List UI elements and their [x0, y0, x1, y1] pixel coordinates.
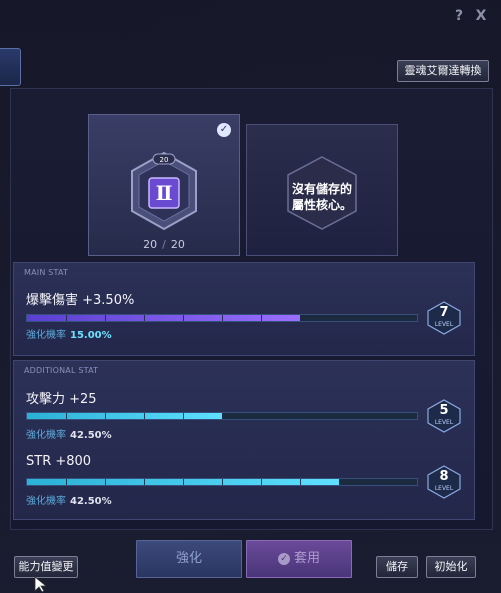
- progress-segment-divider: [378, 479, 379, 485]
- additional-stat-rate-label-1: 強化機率: [26, 430, 66, 441]
- main-stat-progress-fill: [27, 315, 300, 321]
- save-button[interactable]: 儲存: [376, 556, 418, 578]
- core-roman-numeral: Ⅱ: [156, 181, 173, 205]
- main-stat-rate: 強化機率 15.00%: [26, 326, 112, 341]
- reset-button[interactable]: 初始化: [426, 556, 476, 578]
- progress-segment-divider: [300, 479, 301, 485]
- main-stat-rate-label: 強化機率: [26, 330, 66, 341]
- progress-segment-divider: [339, 413, 340, 419]
- progress-segment-divider: [222, 479, 223, 485]
- progress-segment-divider: [261, 479, 262, 485]
- enhance-button[interactable]: 強化: [136, 540, 242, 578]
- check-icon: ✓: [277, 552, 290, 565]
- progress-segment-divider: [66, 315, 67, 321]
- progress-segment-divider: [261, 413, 262, 419]
- additional-stat-progress-bar-2: [26, 478, 418, 486]
- core-count-max: 20: [170, 238, 185, 251]
- apply-button[interactable]: ✓ 套用: [246, 540, 352, 578]
- progress-segment-divider: [378, 413, 379, 419]
- progress-segment-divider: [300, 413, 301, 419]
- progress-segment-divider: [261, 315, 262, 321]
- main-stat-label: MAIN STAT: [24, 268, 69, 277]
- main-stat-level: 7: [439, 305, 449, 320]
- progress-segment-divider: [105, 479, 106, 485]
- main-stat-level-badge: 7 LEVEL: [426, 301, 462, 335]
- progress-segment-divider: [222, 413, 223, 419]
- core-gem-icon: 20 Ⅱ: [131, 151, 197, 231]
- additional-stat-rate-label-2: 強化機率: [26, 496, 66, 507]
- progress-segment-divider: [183, 315, 184, 321]
- empty-core-text: 沒有儲存的 屬性核心。: [291, 182, 352, 212]
- additional-stat-level-1: 5: [439, 403, 449, 418]
- progress-segment-divider: [144, 479, 145, 485]
- additional-stat-box: ADDITIONAL STAT 攻擊力 +25 強化機率 42.50% 5 LEV…: [13, 360, 475, 520]
- soul-erda-window: ? X 靈魂艾爾達轉換 ✓ 20 Ⅱ 20 / 20 沒有儲存的 屬性核心。 MAI…: [0, 0, 501, 593]
- additional-stat-level-badge-1: 5 LEVEL: [426, 399, 462, 433]
- equipped-core-slot[interactable]: ✓ 20 Ⅱ 20 / 20: [88, 114, 240, 256]
- additional-stat-rate-value-2: 42.50%: [70, 496, 112, 507]
- additional-stat-progress-fill-1: [27, 413, 222, 419]
- additional-stat-rate-value-1: 42.50%: [70, 430, 112, 441]
- close-button[interactable]: X: [474, 8, 488, 24]
- core-count-separator: /: [162, 238, 166, 251]
- additional-stat-label: ADDITIONAL STAT: [24, 366, 99, 375]
- additional-stat-rate-1: 強化機率 42.50%: [26, 426, 112, 441]
- additional-stat-rate-2: 強化機率 42.50%: [26, 492, 112, 507]
- help-button[interactable]: ?: [452, 8, 466, 24]
- main-stat-box: MAIN STAT 爆擊傷害 +3.50% 強化機率 15.00% 7 LEVEL: [13, 262, 475, 356]
- additional-stat-level-2: 8: [439, 469, 449, 484]
- main-stat-rate-value: 15.00%: [70, 330, 112, 341]
- title-bar: ? X: [0, 0, 501, 30]
- progress-segment-divider: [339, 479, 340, 485]
- level-word: LEVEL: [434, 485, 454, 492]
- progress-segment-divider: [300, 315, 301, 321]
- additional-stat-name-1: 攻擊力 +25: [26, 392, 97, 407]
- level-word: LEVEL: [434, 419, 454, 426]
- progress-segment-divider: [144, 413, 145, 419]
- core-badge-number: 20: [160, 156, 169, 164]
- soul-erda-convert-button[interactable]: 靈魂艾爾達轉換: [397, 60, 489, 82]
- progress-segment-divider: [105, 413, 106, 419]
- progress-segment-divider: [378, 315, 379, 321]
- progress-segment-divider: [222, 315, 223, 321]
- progress-segment-divider: [66, 413, 67, 419]
- change-stats-button[interactable]: 能力值變更: [14, 556, 78, 578]
- progress-segment-divider: [183, 413, 184, 419]
- progress-segment-divider: [105, 315, 106, 321]
- progress-segment-divider: [66, 479, 67, 485]
- stored-core-slot[interactable]: 沒有儲存的 屬性核心。: [246, 124, 398, 256]
- main-stat-name: 爆擊傷害 +3.50%: [26, 293, 135, 308]
- additional-stat-name-2: STR +800: [26, 454, 92, 469]
- core-count: 20 / 20: [89, 238, 239, 251]
- progress-segment-divider: [339, 315, 340, 321]
- side-tab[interactable]: [0, 48, 21, 86]
- additional-stat-level-badge-2: 8 LEVEL: [426, 465, 462, 499]
- main-stat-progress-bar: [26, 314, 418, 322]
- check-icon: ✓: [217, 123, 231, 137]
- progress-segment-divider: [183, 479, 184, 485]
- apply-button-label: 套用: [293, 551, 320, 566]
- mouse-cursor-icon: [34, 576, 48, 593]
- core-count-current: 20: [143, 238, 158, 251]
- level-word: LEVEL: [434, 321, 454, 328]
- additional-stat-progress-bar-1: [26, 412, 418, 420]
- progress-segment-divider: [144, 315, 145, 321]
